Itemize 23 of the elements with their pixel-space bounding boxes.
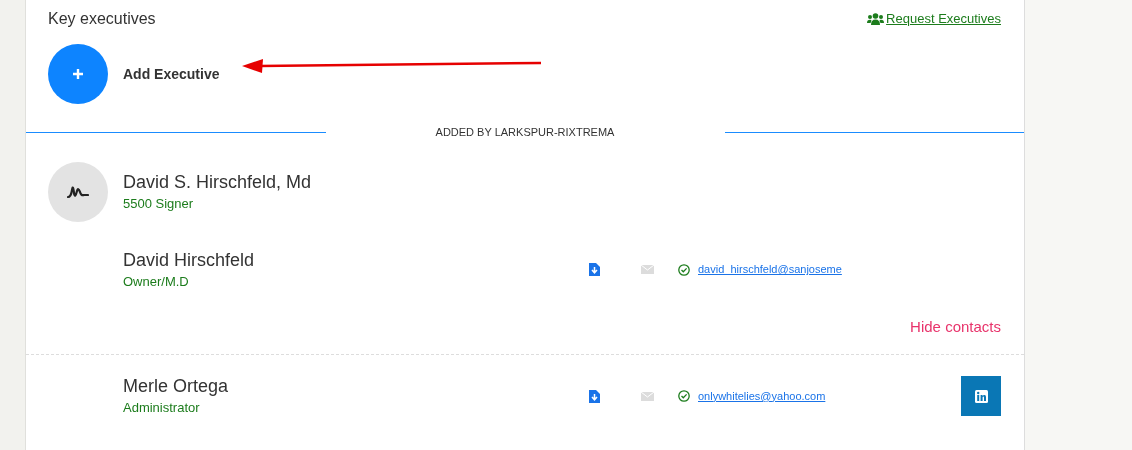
hide-contacts-link[interactable]: Hide contacts: [910, 317, 1001, 335]
plus-icon: [72, 68, 84, 80]
email-link[interactable]: david_hirschfeld@sanjoseme: [698, 261, 842, 278]
add-button[interactable]: [48, 44, 108, 104]
document-download-icon[interactable]: [589, 389, 600, 403]
check-circle-icon: [678, 390, 690, 402]
added-by-label: ADDED BY LARKSPUR-RIXTREMA: [434, 125, 616, 140]
document-download-icon[interactable]: [589, 263, 600, 276]
add-executive-label[interactable]: Add Executive: [123, 63, 220, 85]
contact-title: Owner/M.D: [123, 272, 190, 291]
section-title: Key executives: [48, 9, 156, 29]
request-executives-link[interactable]: Request Executives: [867, 9, 1001, 29]
contact-name: Merle Ortega: [123, 375, 230, 397]
signature-icon: [67, 184, 89, 199]
contact-name: David Hirschfeld: [123, 248, 256, 271]
executive-name: David S. Hirschfeld, Md: [123, 170, 312, 193]
check-circle-icon: [678, 263, 690, 276]
linkedin-button[interactable]: [961, 376, 1001, 416]
contact-title: Administrator: [123, 399, 201, 417]
people-icon: [867, 13, 885, 25]
executive-role: 5500 Signer: [123, 194, 195, 213]
email-link[interactable]: onlywhitelies@yahoo.com: [698, 387, 826, 405]
linkedin-icon: [974, 389, 988, 403]
